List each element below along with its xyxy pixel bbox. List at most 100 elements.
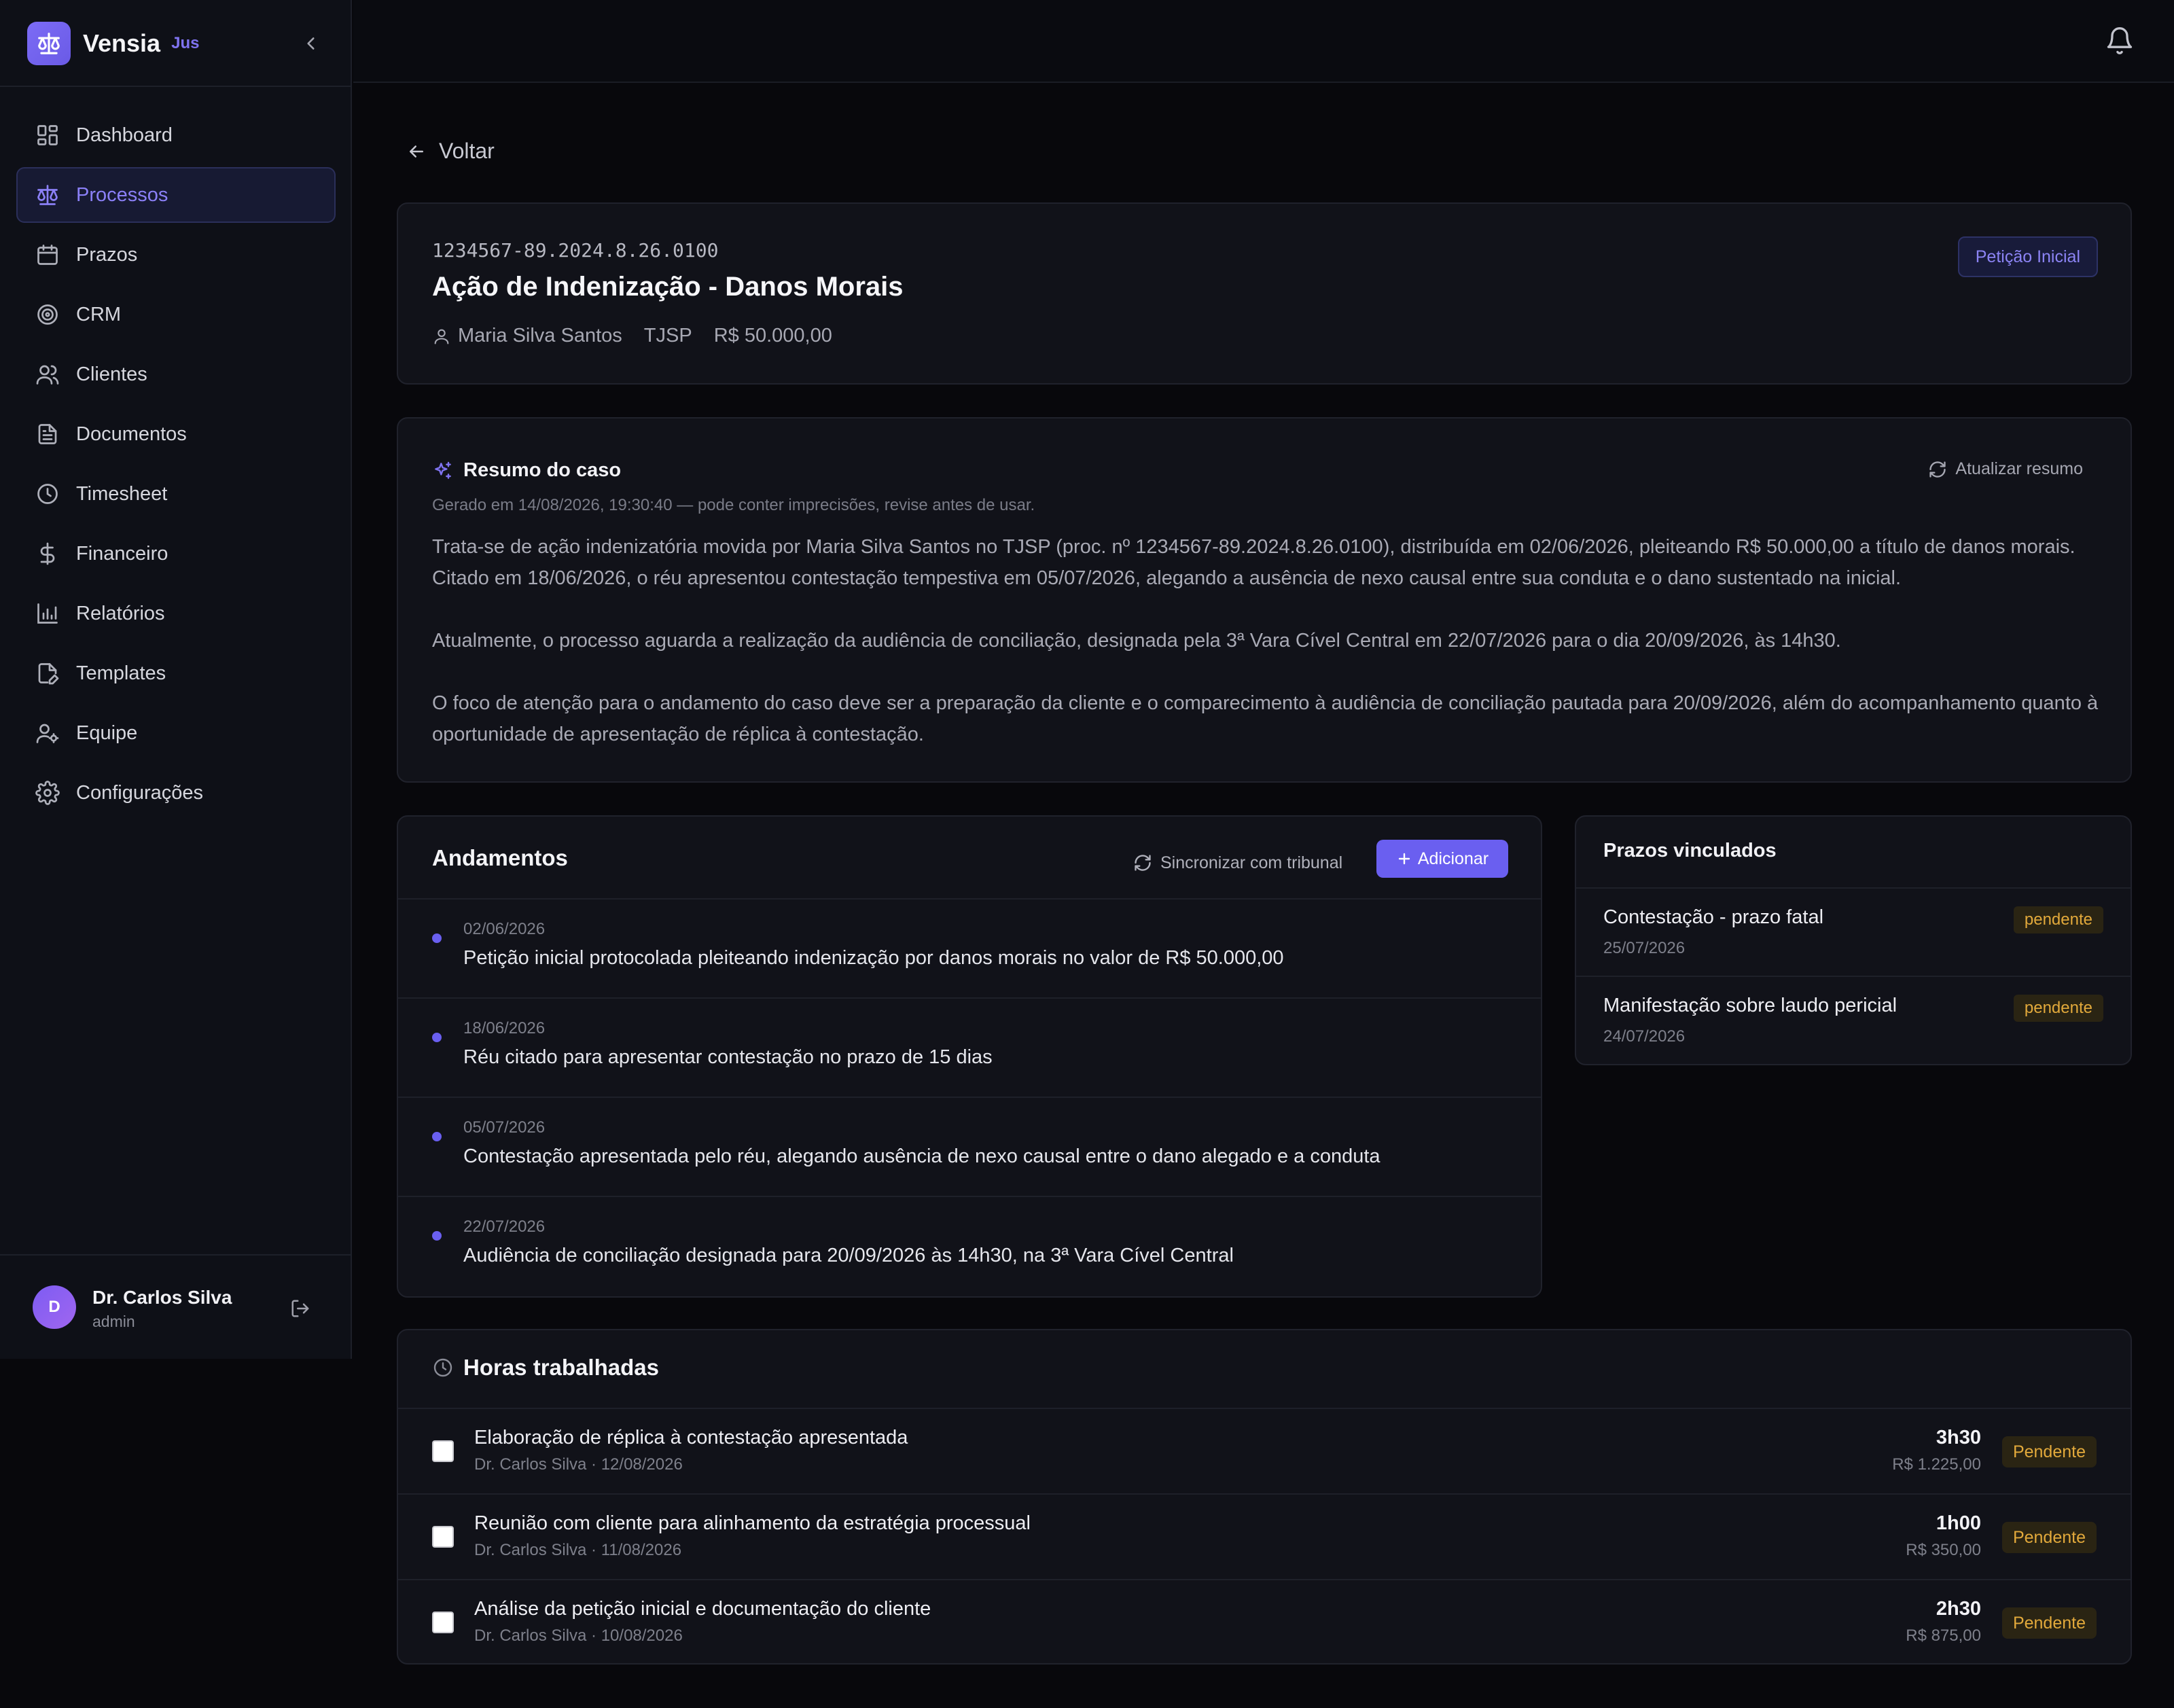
status-badge: Pendente — [2001, 1436, 2097, 1467]
sparkles-icon — [435, 461, 451, 479]
timeline-dot — [432, 933, 442, 943]
gear-icon — [34, 779, 61, 806]
edit-document-icon — [34, 660, 61, 687]
sidebar-item-label: CRM — [76, 303, 122, 325]
list-item[interactable]: Contestação - prazo fatal 25/07/2026 pen… — [1576, 887, 2131, 976]
summary-paragraph: O foco de atenção para o andamento do ca… — [432, 692, 2099, 745]
prazo-date: 25/07/2026 — [1603, 939, 1686, 957]
user-icon — [434, 329, 449, 344]
andamento-text: Audiência de conciliação designada para … — [463, 1245, 1234, 1266]
refresh-summary-button[interactable]: Atualizar resumo — [1928, 459, 2083, 479]
andamento-date: 18/06/2026 — [463, 1019, 546, 1037]
sidebar-item-label: Configurações — [76, 781, 203, 804]
status-badge: pendente — [2013, 906, 2103, 933]
clock-icon — [433, 1358, 452, 1377]
page-title: Ação de Indenização - Danos Morais — [432, 272, 904, 302]
prazo-name: Contestação - prazo fatal — [1603, 906, 1824, 928]
list-item[interactable]: Manifestação sobre laudo pericial 24/07/… — [1576, 976, 2131, 1064]
table-row: Reunião com cliente para alinhamento da … — [398, 1493, 2131, 1579]
logout-icon[interactable] — [285, 1294, 315, 1323]
users-icon — [34, 361, 61, 388]
timeline-dot — [432, 1132, 442, 1141]
entry-value: R$ 875,00 — [1906, 1626, 1981, 1645]
case-number: 1234567-89.2024.8.26.0100 — [432, 239, 719, 262]
bell-icon[interactable] — [2105, 26, 2135, 56]
entry-description: Elaboração de réplica à contestação apre… — [474, 1427, 908, 1448]
horas-panel: Horas trabalhadas Elaboração de réplica … — [397, 1329, 2132, 1665]
back-label: Voltar — [439, 139, 495, 163]
brand[interactable]: Vensia Jus — [27, 22, 326, 65]
andamento-text: Contestação apresentada pelo réu, alegan… — [463, 1145, 1380, 1167]
case-court: TJSP — [643, 325, 692, 346]
entry-duration: 1h00 — [1936, 1512, 1981, 1534]
sidebar: Vensia Jus Dashboard Processos Prazos CR… — [0, 0, 352, 1359]
user-role: admin — [92, 1313, 135, 1330]
back-button[interactable]: Voltar — [406, 139, 495, 164]
sync-label: Sincronizar com tribunal — [1160, 853, 1343, 872]
table-row: Análise da petição inicial e documentaçã… — [398, 1579, 2131, 1663]
prazo-date: 24/07/2026 — [1603, 1027, 1686, 1046]
case-client-name: Maria Silva Santos — [458, 325, 622, 346]
clock-icon — [34, 480, 61, 508]
sidebar-item-processos[interactable]: Processos — [16, 167, 336, 223]
refresh-icon — [1929, 461, 1946, 478]
sidebar-nav: Dashboard Processos Prazos CRM Clientes — [16, 107, 336, 825]
entry-checkbox[interactable] — [432, 1612, 454, 1633]
entry-checkbox[interactable] — [432, 1440, 454, 1462]
case-meta: Maria Silva Santos TJSP R$ 50.000,00 — [432, 325, 854, 347]
entry-description: Reunião com cliente para alinhamento da … — [474, 1512, 1031, 1534]
entry-duration: 3h30 — [1936, 1427, 1981, 1448]
sidebar-item-financeiro[interactable]: Financeiro — [16, 526, 336, 582]
sidebar-item-label: Dashboard — [76, 124, 173, 146]
sidebar-divider — [0, 86, 352, 87]
table-row: Elaboração de réplica à contestação apre… — [398, 1408, 2131, 1493]
sidebar-item-dashboard[interactable]: Dashboard — [16, 107, 336, 163]
case-header: 1234567-89.2024.8.26.0100 Ação de Indeni… — [397, 202, 2132, 385]
entry-duration: 2h30 — [1936, 1598, 1981, 1620]
case-amount: R$ 50.000,00 — [713, 325, 832, 346]
refresh-summary-label: Atualizar resumo — [1955, 459, 2083, 478]
chevron-left-icon[interactable] — [296, 29, 326, 58]
entry-meta: Dr. Carlos Silva · 11/08/2026 — [474, 1541, 682, 1559]
entry-description: Análise da petição inicial e documentaçã… — [474, 1598, 931, 1620]
list-item: 18/06/2026 Réu citado para apresentar co… — [398, 997, 1541, 1097]
sidebar-item-relatorios[interactable]: Relatórios — [16, 586, 336, 641]
sidebar-item-label: Templates — [76, 662, 166, 684]
summary-paragraph: Trata-se de ação indenizatória movida po… — [432, 536, 2075, 589]
entry-checkbox[interactable] — [432, 1526, 454, 1548]
andamento-text: Réu citado para apresentar contestação n… — [463, 1046, 993, 1068]
topbar — [353, 0, 2174, 83]
sidebar-item-label: Prazos — [76, 243, 138, 266]
sidebar-item-timesheet[interactable]: Timesheet — [16, 466, 336, 522]
sidebar-item-label: Relatórios — [76, 602, 165, 624]
sidebar-item-prazos[interactable]: Prazos — [16, 227, 336, 283]
status-badge: Petição Inicial — [1957, 236, 2098, 277]
sidebar-item-documentos[interactable]: Documentos — [16, 406, 336, 462]
target-icon — [34, 301, 61, 328]
sync-tribunal-button[interactable]: Sincronizar com tribunal — [1133, 844, 1342, 882]
sidebar-item-configuracoes[interactable]: Configurações — [16, 765, 336, 821]
add-andamento-button[interactable]: Adicionar — [1376, 840, 1508, 878]
andamento-text: Petição inicial protocolada pleiteando i… — [463, 947, 1284, 969]
case-client: Maria Silva Santos — [432, 325, 622, 347]
sidebar-item-label: Documentos — [76, 423, 187, 445]
user-cog-icon — [34, 719, 61, 747]
sidebar-item-label: Timesheet — [76, 482, 168, 505]
sidebar-item-crm[interactable]: CRM — [16, 287, 336, 342]
sidebar-item-clientes[interactable]: Clientes — [16, 346, 336, 402]
sidebar-item-label: Processos — [76, 183, 168, 206]
arrow-left-icon — [410, 145, 423, 158]
entry-value: R$ 350,00 — [1906, 1541, 1981, 1559]
brand-tag: Jus — [171, 34, 200, 52]
andamentos-panel: Andamentos Sincronizar com tribunal Adic… — [397, 815, 1542, 1298]
sidebar-item-equipe[interactable]: Equipe — [16, 705, 336, 761]
andamento-date: 22/07/2026 — [463, 1217, 546, 1236]
prazos-title: Prazos vinculados — [1603, 840, 1777, 861]
sidebar-item-label: Equipe — [76, 722, 138, 744]
avatar[interactable]: D — [33, 1285, 76, 1329]
refresh-icon — [1135, 855, 1151, 871]
prazos-panel: Prazos vinculados Contestação - prazo fa… — [1575, 815, 2132, 1065]
sidebar-item-templates[interactable]: Templates — [16, 645, 336, 701]
horas-title: Horas trabalhadas — [432, 1355, 659, 1381]
dashboard-icon — [34, 122, 61, 149]
